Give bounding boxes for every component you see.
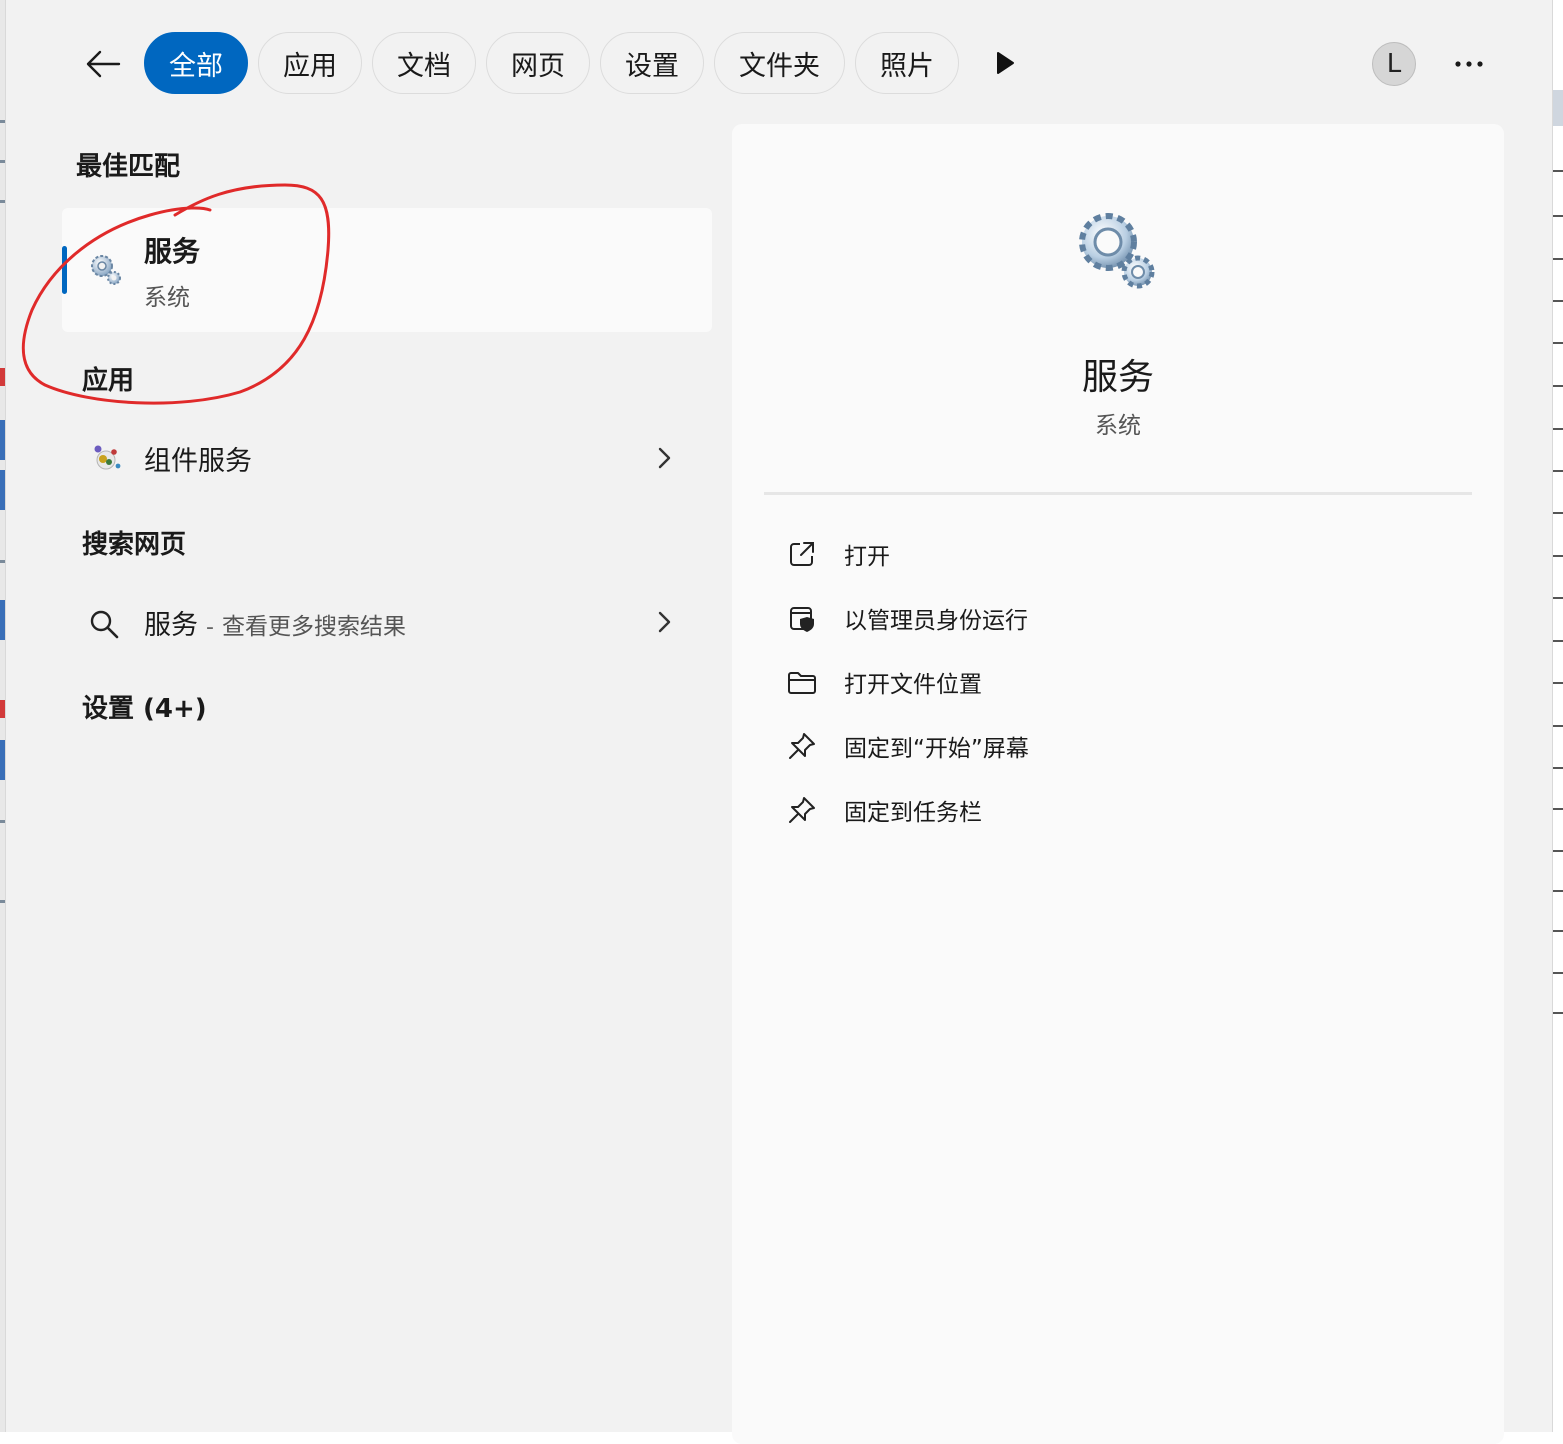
action-open-file-location[interactable]: 打开文件位置 bbox=[772, 654, 1432, 710]
tab-web[interactable]: 网页 bbox=[486, 32, 590, 94]
app-result-label: 组件服务 bbox=[144, 445, 252, 477]
details-app-name: 服务 bbox=[1081, 357, 1154, 398]
best-match-result[interactable]: 服务 系统 bbox=[62, 208, 712, 332]
tab-photos[interactable]: 照片 bbox=[855, 32, 959, 94]
tab-settings[interactable]: 设置 bbox=[600, 32, 704, 94]
details-divider bbox=[764, 492, 1472, 495]
web-search-hint: 查看更多搜索结果 bbox=[221, 613, 406, 640]
component-services-icon bbox=[88, 442, 124, 478]
search-web-heading: 搜索网页 bbox=[82, 530, 187, 560]
more-tabs-button[interactable] bbox=[988, 46, 1022, 80]
pin-icon bbox=[789, 797, 815, 823]
apps-heading: 应用 bbox=[82, 366, 135, 396]
action-label: 打开文件位置 bbox=[844, 672, 982, 698]
shield-icon bbox=[790, 607, 814, 632]
web-search-query: 服务 bbox=[144, 609, 198, 641]
action-run-as-admin[interactable]: 以管理员身份运行 bbox=[772, 590, 1432, 646]
search-panel: 全部 应用 文档 网页 设置 文件夹 照片 L 最佳匹配 服务 系统 应用 组件… bbox=[5, 0, 1553, 1444]
play-icon bbox=[997, 52, 1014, 74]
more-options-button[interactable] bbox=[1444, 44, 1494, 84]
best-match-heading: 最佳匹配 bbox=[76, 152, 181, 182]
avatar-letter: L bbox=[1386, 49, 1402, 79]
web-search-text: 服务 - 查看更多搜索结果 bbox=[144, 603, 406, 642]
action-pin-to-taskbar[interactable]: 固定到任务栏 bbox=[772, 782, 1432, 838]
account-avatar[interactable]: L bbox=[1372, 42, 1416, 86]
chevron-right-icon[interactable] bbox=[652, 608, 676, 640]
selection-indicator bbox=[62, 246, 67, 294]
open-external-icon bbox=[790, 542, 814, 566]
search-top-bar: 全部 应用 文档 网页 设置 文件夹 照片 L bbox=[6, 0, 1552, 130]
action-label: 以管理员身份运行 bbox=[844, 608, 1028, 634]
back-button[interactable] bbox=[78, 40, 128, 88]
services-gear-icon bbox=[88, 252, 124, 292]
details-pane: 服务 系统 打开 以管理员身份运行 打开文件位置 固定到“开始”屏幕 固定到任务… bbox=[732, 124, 1504, 1444]
folder-icon bbox=[788, 672, 816, 694]
tab-folders[interactable]: 文件夹 bbox=[714, 32, 845, 94]
tab-documents[interactable]: 文档 bbox=[372, 32, 476, 94]
action-label: 固定到任务栏 bbox=[844, 800, 982, 826]
pin-icon bbox=[789, 733, 815, 759]
background-window-edge-right bbox=[1553, 0, 1563, 1432]
web-search-separator: - bbox=[206, 614, 214, 640]
back-arrow-icon bbox=[86, 50, 121, 78]
action-pin-to-start[interactable]: 固定到“开始”屏幕 bbox=[772, 718, 1432, 774]
tab-apps[interactable]: 应用 bbox=[258, 32, 362, 94]
settings-heading[interactable]: 设置 (4+) bbox=[82, 688, 207, 725]
chevron-right-icon[interactable] bbox=[652, 444, 676, 476]
best-match-subtitle: 系统 bbox=[144, 285, 190, 311]
action-label: 打开 bbox=[844, 544, 890, 570]
details-app-subtitle: 系统 bbox=[1095, 413, 1141, 439]
filter-tabs: 全部 应用 文档 网页 设置 文件夹 照片 bbox=[144, 32, 959, 94]
search-icon bbox=[88, 608, 120, 644]
app-result-component-services[interactable]: 组件服务 bbox=[62, 426, 712, 490]
best-match-name: 服务 bbox=[144, 235, 201, 268]
services-large-gear-icon bbox=[1072, 208, 1162, 302]
tab-all[interactable]: 全部 bbox=[144, 32, 248, 94]
action-label: 固定到“开始”屏幕 bbox=[844, 736, 1029, 762]
action-open[interactable]: 打开 bbox=[772, 526, 1432, 582]
web-search-result[interactable]: 服务 - 查看更多搜索结果 bbox=[62, 590, 712, 654]
ellipsis-icon bbox=[1455, 61, 1483, 67]
